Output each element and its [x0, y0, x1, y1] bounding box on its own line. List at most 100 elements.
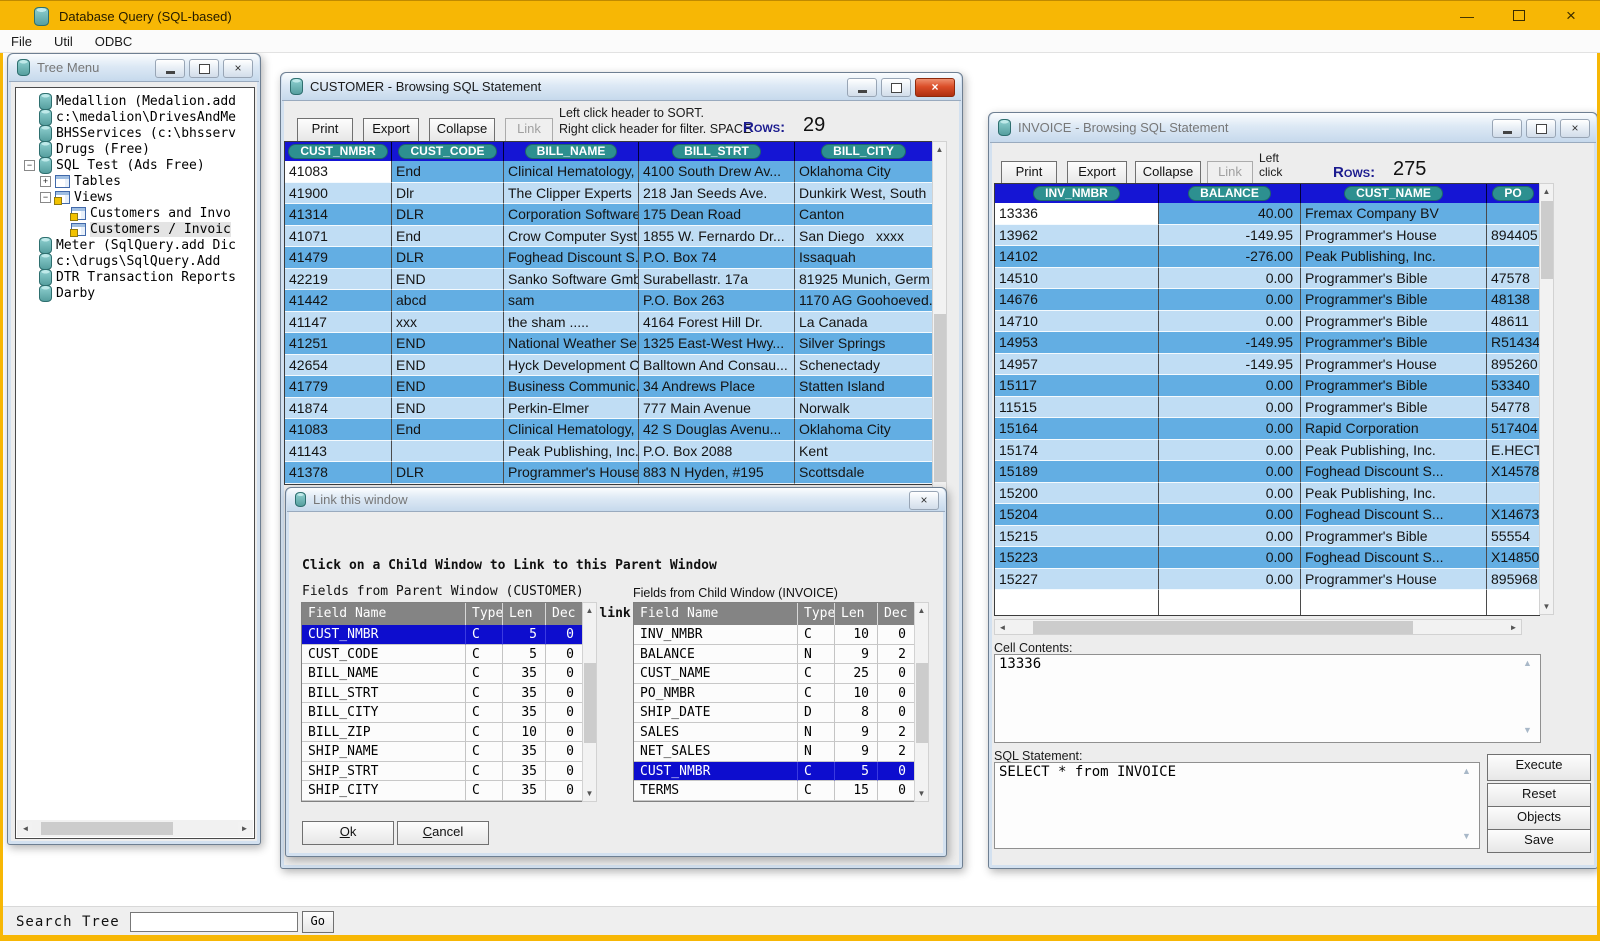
scroll-down-icon[interactable]: ▼ [583, 787, 596, 800]
table-row[interactable]: 14953-149.95Programmer's BibleR51434 [995, 332, 1539, 354]
table-row[interactable]: 14957-149.95Programmer's House895260 [995, 354, 1539, 376]
cell[interactable]: End [392, 161, 504, 183]
cell[interactable]: Hyck Development C... [504, 355, 639, 377]
cell[interactable]: C [466, 762, 503, 782]
cell[interactable]: abcd [392, 290, 504, 312]
cell[interactable]: END [392, 269, 504, 291]
table-row[interactable]: 13962-149.95Programmer's House894405 [995, 225, 1539, 247]
cell[interactable]: 2 [878, 723, 914, 743]
cell[interactable]: 35 [503, 703, 546, 723]
tree-item[interactable]: DTR Transaction Reports [16, 269, 254, 285]
cell[interactable] [392, 441, 504, 463]
table-row[interactable]: SALESN92 [634, 723, 914, 743]
cell[interactable]: 0.00 [1159, 526, 1301, 548]
cell[interactable]: 14710 [995, 311, 1159, 333]
table-row[interactable]: 41779ENDBusiness Communic...34 Andrews P… [285, 376, 932, 398]
cell[interactable]: PO_NMBR [634, 684, 798, 704]
cell[interactable]: END [392, 355, 504, 377]
cell[interactable]: C [466, 684, 503, 704]
table-row[interactable]: 147100.00Programmer's Bible48611 [995, 311, 1539, 333]
table-row[interactable]: PO_NMBRC100 [634, 684, 914, 704]
cell[interactable]: DLR [392, 462, 504, 484]
scroll-down-icon[interactable]: ▼ [1540, 600, 1553, 613]
scroll-up-icon[interactable]: ▲ [915, 604, 928, 617]
menu-odbc[interactable]: ODBC [84, 34, 144, 49]
cell[interactable]: BILL_STRT [302, 684, 466, 704]
cell[interactable]: The Clipper Experts [504, 183, 639, 205]
table-row[interactable]: BILL_CITYC350 [302, 703, 582, 723]
cell[interactable]: 0 [878, 664, 914, 684]
scroll-up-icon[interactable]: ▲ [1462, 766, 1471, 776]
print-button[interactable]: Print [1001, 161, 1057, 185]
scroll-left-icon[interactable]: ◄ [19, 822, 32, 835]
reset-button[interactable]: Reset [1487, 783, 1591, 807]
parent-fields-scrollbar[interactable]: ▲ ▼ [582, 602, 597, 802]
tree-item[interactable]: −Views [16, 189, 254, 205]
cell[interactable]: Oklahoma City [795, 419, 932, 441]
table-row[interactable]: 41083EndClinical Hematology, I...4100 So… [285, 161, 932, 183]
cancel-button[interactable]: Cancel [397, 821, 489, 845]
cell[interactable]: 1855 W. Fernardo Dr... [639, 226, 795, 248]
cell[interactable]: 895260 [1487, 354, 1539, 376]
cell[interactable]: -149.95 [1159, 225, 1301, 247]
table-row[interactable]: 41147xxxthe sham .....4164 Forest Hill D… [285, 312, 932, 334]
menu-util[interactable]: Util [43, 34, 84, 49]
cell[interactable]: 35 [503, 684, 546, 704]
cell[interactable]: 41251 [285, 333, 392, 355]
print-button[interactable]: Print [297, 118, 353, 142]
cell[interactable]: N [798, 723, 835, 743]
table-row[interactable]: 152000.00Peak Publishing, Inc. [995, 483, 1539, 505]
scrollbar-thumb[interactable] [934, 314, 946, 482]
cell[interactable]: Clinical Hematology, I... [504, 419, 639, 441]
cell[interactable]: 35 [503, 664, 546, 684]
cell[interactable]: X14673JA [1487, 504, 1539, 526]
table-row[interactable]: 42219ENDSanko Software GmbhSurabellastr.… [285, 269, 932, 291]
cell[interactable]: X14578JA [1487, 461, 1539, 483]
cell[interactable]: END [392, 398, 504, 420]
child-fields-scrollbar[interactable]: ▲ ▼ [914, 602, 929, 802]
tree-item[interactable]: c:\medalion\DrivesAndMe [16, 109, 254, 125]
cell[interactable]: 14676 [995, 289, 1159, 311]
cell[interactable]: CUST_NAME [634, 664, 798, 684]
collapse-button[interactable]: Collapse [1135, 161, 1201, 185]
cell[interactable]: C [798, 625, 835, 645]
cell[interactable]: 34 Andrews Place [639, 376, 795, 398]
cell[interactable]: 41147 [285, 312, 392, 334]
cell[interactable]: 517404 [1487, 418, 1539, 440]
close-icon[interactable]: × [1560, 6, 1582, 26]
table-row[interactable]: BILL_ZIPC100 [302, 723, 582, 743]
table-row[interactable]: 41251ENDNational Weather Se...1325 East-… [285, 333, 932, 355]
cell[interactable]: Peak Publishing, Inc. [1301, 440, 1487, 462]
cell[interactable]: 0 [546, 762, 582, 782]
cell[interactable]: 0 [878, 684, 914, 704]
cell[interactable]: Balltown And Consau... [639, 355, 795, 377]
table-row[interactable]: 41442abcdsamP.O. Box 2631170 AG Goohoeve… [285, 290, 932, 312]
table-row[interactable]: 152270.00Programmer's House895968 [995, 569, 1539, 591]
cell[interactable]: 35 [503, 762, 546, 782]
cell[interactable]: End [392, 419, 504, 441]
cell[interactable]: 25 [835, 664, 878, 684]
table-row[interactable]: 146760.00Programmer's Bible48138 [995, 289, 1539, 311]
cell[interactable]: Programmer's House [1301, 569, 1487, 591]
table-row[interactable]: 41874ENDPerkin-Elmer777 Main AvenueNorwa… [285, 398, 932, 420]
cell[interactable]: Rapid Corporation [1301, 418, 1487, 440]
cell[interactable]: 0 [546, 742, 582, 762]
cell[interactable]: 41071 [285, 226, 392, 248]
table-row[interactable]: BILL_STRTC350 [302, 684, 582, 704]
table-row[interactable]: 115150.00Programmer's Bible54778 [995, 397, 1539, 419]
cell[interactable] [1487, 483, 1539, 505]
cell[interactable]: 42 S Douglas Avenu... [639, 419, 795, 441]
cell[interactable]: La Canada [795, 312, 932, 334]
cell[interactable]: Statten Island [795, 376, 932, 398]
cell[interactable]: SALES [634, 723, 798, 743]
cell[interactable]: R51434 [1487, 332, 1539, 354]
table-row[interactable]: CUST_NAMEC250 [634, 664, 914, 684]
cell[interactable]: E.HECTO [1487, 440, 1539, 462]
cell[interactable]: 0.00 [1159, 461, 1301, 483]
column-header[interactable]: Len [835, 603, 878, 625]
cell[interactable]: 15189 [995, 461, 1159, 483]
cell[interactable]: BALANCE [634, 645, 798, 665]
cell[interactable]: 883 N Hyden, #195 [639, 462, 795, 484]
cell[interactable]: INV_NMBR [634, 625, 798, 645]
maximize-icon[interactable] [1508, 8, 1530, 24]
